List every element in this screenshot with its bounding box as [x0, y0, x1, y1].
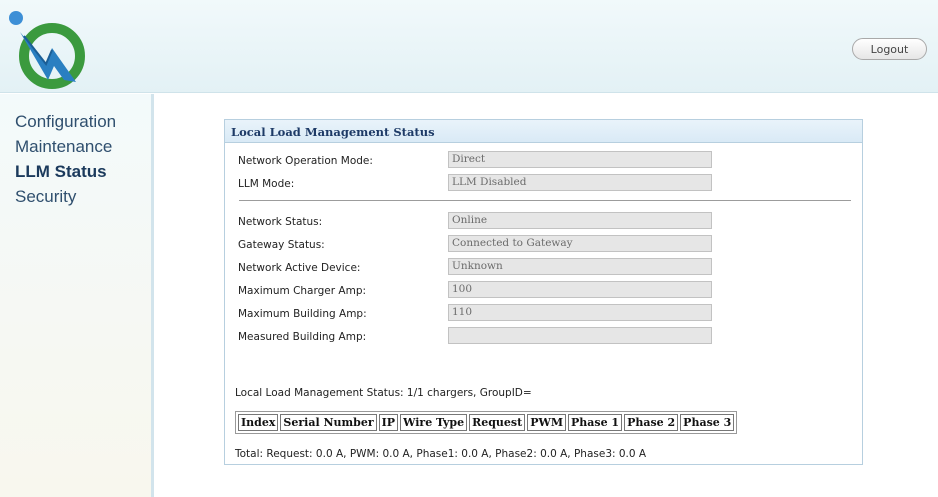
logout-button[interactable]: Logout — [852, 38, 927, 60]
column-header-ip: IP — [378, 414, 399, 431]
network-status-label: Network Status: — [238, 216, 323, 228]
maximum-charger-amp-label: Maximum Charger Amp: — [238, 285, 367, 297]
panel-title: Local Load Management Status — [225, 120, 862, 143]
sidebar-item-maintenance[interactable]: Maintenance — [15, 137, 112, 157]
column-header-request: Request — [469, 414, 526, 431]
column-header-phase-3: Phase 3 — [680, 414, 735, 431]
llm-mode-field: LLM Disabled — [448, 174, 712, 191]
maximum-building-amp-field: 110 — [448, 304, 712, 321]
sidebar-item-llm-status[interactable]: LLM Status — [15, 162, 107, 182]
column-header-pwm: PWM — [527, 414, 567, 431]
chargers-table: Index Serial Number IP Wire Type Request… — [235, 411, 738, 434]
column-header-phase-1: Phase 1 — [568, 414, 623, 431]
sidebar-item-configuration[interactable]: Configuration — [15, 112, 116, 132]
gateway-status-label: Gateway Status: — [238, 239, 325, 251]
column-header-wire-type: Wire Type — [400, 414, 468, 431]
measured-building-amp-label: Measured Building Amp: — [238, 331, 367, 343]
maximum-charger-amp-field: 100 — [448, 281, 712, 298]
sidebar-nav: Configuration Maintenance LLM Status Sec… — [0, 94, 154, 497]
company-logo-icon — [9, 11, 85, 89]
network-active-device-label: Network Active Device: — [238, 262, 361, 274]
network-operation-mode-label: Network Operation Mode: — [238, 155, 373, 167]
column-header-phase-2: Phase 2 — [624, 414, 679, 431]
table-header-row: Index Serial Number IP Wire Type Request… — [238, 414, 735, 431]
totals-summary: Total: Request: 0.0 A, PWM: 0.0 A, Phase… — [235, 448, 647, 460]
sidebar-item-security[interactable]: Security — [15, 187, 76, 207]
column-header-index: Index — [238, 414, 279, 431]
measured-building-amp-field — [448, 327, 712, 344]
llm-status-summary: Local Load Management Status: 1/1 charge… — [235, 387, 532, 399]
gateway-status-field: Connected to Gateway — [448, 235, 712, 252]
network-status-field: Online — [448, 212, 712, 229]
network-operation-mode-field: Direct — [448, 151, 712, 168]
llm-mode-label: LLM Mode: — [238, 178, 295, 190]
section-divider — [239, 200, 851, 201]
maximum-building-amp-label: Maximum Building Amp: — [238, 308, 367, 320]
network-active-device-field: Unknown — [448, 258, 712, 275]
column-header-serial-number: Serial Number — [280, 414, 377, 431]
app-header: Logout — [0, 0, 938, 93]
llm-status-panel: Local Load Management Status Network Ope… — [224, 119, 863, 465]
